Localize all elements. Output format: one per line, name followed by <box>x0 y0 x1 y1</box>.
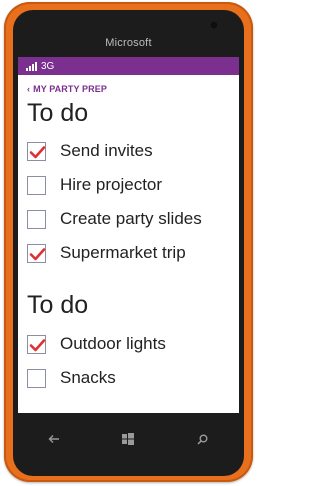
checklist-item-label: Outdoor lights <box>60 334 166 353</box>
checkbox-checked[interactable] <box>27 334 46 354</box>
list-title: To do <box>27 291 89 319</box>
checklist-item[interactable]: Outdoor lights <box>27 332 239 356</box>
checklist-item[interactable]: Supermarket trip <box>27 241 239 265</box>
checkbox-unchecked[interactable] <box>27 368 46 388</box>
checklist-item-label: Create party slides <box>60 209 202 228</box>
phone-screen: 3G ‹ MY PARTY PREP To do Send invites Hir… <box>18 57 239 413</box>
windows-start-icon <box>122 433 134 445</box>
checkbox-checked[interactable] <box>27 243 46 263</box>
checklist-item[interactable]: Create party slides <box>27 207 239 231</box>
signal-strength-icon <box>26 61 38 71</box>
status-bar: 3G <box>18 57 239 75</box>
chevron-left-icon: ‹ <box>27 84 31 94</box>
back-button[interactable] <box>42 427 66 451</box>
checklist-item[interactable]: Snacks <box>27 366 239 390</box>
checklist-item-label: Supermarket trip <box>60 243 186 262</box>
device-brand-logo: Microsoft <box>105 37 152 49</box>
checklist-item-label: Send invites <box>60 141 153 160</box>
checklist-item-label: Hire projector <box>60 175 163 194</box>
checkbox-unchecked[interactable] <box>27 209 46 229</box>
checkbox-checked[interactable] <box>27 141 46 161</box>
checklist-item[interactable]: Send invites <box>27 139 239 163</box>
back-arrow-icon <box>48 435 59 443</box>
front-camera <box>210 21 218 29</box>
search-button[interactable] <box>190 427 214 451</box>
phone-device: Microsoft 3G ‹ MY PARTY PREP To do Send i… <box>4 2 253 482</box>
search-icon <box>196 434 207 445</box>
network-type: 3G <box>41 60 55 72</box>
checklist-item[interactable]: Hire projector <box>27 173 239 197</box>
checkbox-unchecked[interactable] <box>27 175 46 195</box>
breadcrumb-back-link[interactable]: ‹ MY PARTY PREP <box>27 84 107 94</box>
breadcrumb-label: MY PARTY PREP <box>33 84 107 94</box>
checklist-item-label: Snacks <box>60 368 116 387</box>
hardware-nav-bar <box>18 413 239 465</box>
list-title: To do <box>27 99 89 127</box>
start-button[interactable] <box>116 427 140 451</box>
